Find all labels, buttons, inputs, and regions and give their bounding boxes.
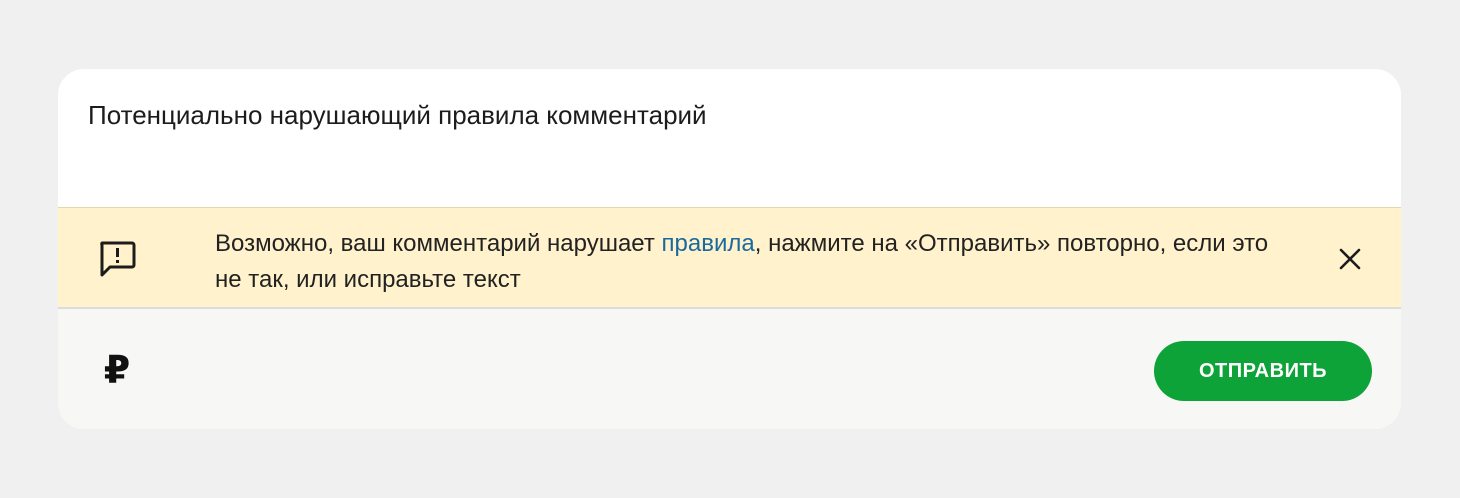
comment-input-area[interactable]: Потенциально нарушающий правила коммента… [58, 69, 1401, 207]
send-button[interactable]: ОТПРАВИТЬ [1154, 341, 1372, 401]
rules-link[interactable]: правила [662, 230, 755, 257]
comment-alert-icon [100, 241, 136, 277]
warning-message: Возможно, ваш комментарий нарушает прави… [215, 226, 1295, 298]
comment-footer: ₽ ОТПРАВИТЬ [58, 309, 1401, 429]
warning-text-before: Возможно, ваш комментарий нарушает [215, 230, 662, 257]
donate-ruble-button[interactable]: ₽ [96, 349, 138, 393]
comment-text[interactable]: Потенциально нарушающий правила коммента… [88, 99, 707, 131]
close-icon[interactable] [1334, 243, 1366, 275]
rules-warning-banner: Возможно, ваш комментарий нарушает прави… [58, 207, 1401, 309]
comment-card: Потенциально нарушающий правила коммента… [58, 69, 1401, 429]
